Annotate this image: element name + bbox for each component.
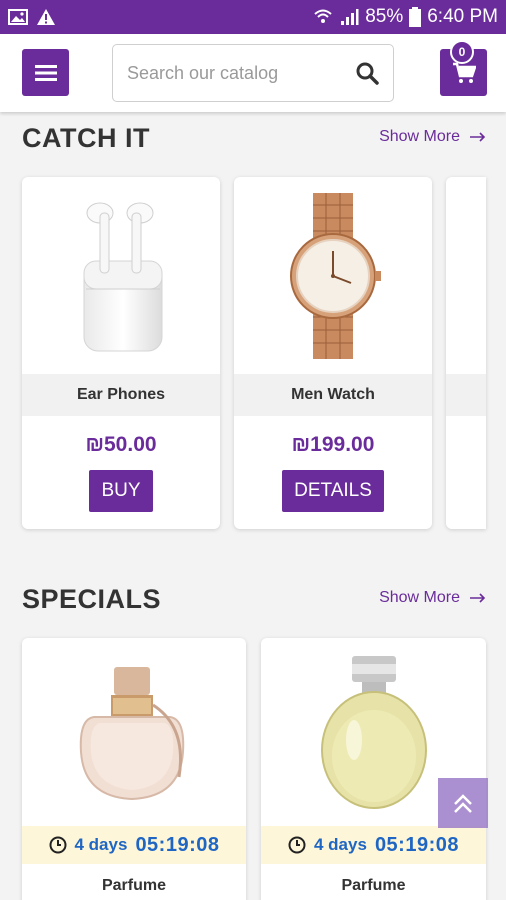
section-title-specials: SPECIALS [22, 584, 162, 614]
cart-icon [452, 62, 476, 83]
show-more-label: Show More [379, 128, 460, 145]
product-price: ₪50.00 [85, 433, 157, 456]
product-name-partial [446, 374, 486, 416]
section-title-catch-it: CATCH IT [22, 123, 150, 153]
battery-icon [409, 7, 422, 27]
signal-icon [341, 9, 359, 25]
special-card-1[interactable]: 4 days 05:19:08 Parfume [22, 638, 246, 900]
arrow-right-icon [470, 593, 486, 603]
special-card-2[interactable]: 4 days 05:19:08 Parfume [261, 638, 486, 900]
scroll-to-top-button[interactable] [438, 778, 488, 828]
wifi-icon [314, 9, 332, 23]
product-name[interactable]: Ear Phones [22, 374, 220, 416]
details-button[interactable]: DETAILS [282, 470, 384, 512]
battery-percent: 85% [365, 6, 404, 27]
status-bar: 85% 6:40 PM [0, 0, 506, 34]
product-image-men-watch[interactable] [234, 177, 432, 374]
countdown-timer: 4 days 05:19:08 [22, 826, 246, 864]
countdown-time: 05:19:08 [135, 833, 220, 856]
search-input[interactable] [127, 62, 355, 84]
product-image-parfume-1[interactable] [22, 638, 246, 826]
app-header: 0 [0, 34, 506, 112]
perfume-bottle-image [320, 656, 427, 809]
countdown-days: 4 days [314, 835, 367, 854]
clock-icon [49, 836, 66, 854]
arrow-right-icon [470, 132, 486, 142]
show-more-label: Show More [379, 589, 460, 606]
product-price: ₪199.00 [291, 433, 375, 456]
product-image-earphones[interactable] [22, 177, 220, 374]
double-chevron-up-icon [454, 794, 472, 813]
product-name[interactable]: Parfume [22, 864, 246, 900]
hamburger-icon [34, 64, 57, 81]
perfume-bottle-image [79, 667, 185, 801]
product-card-earphones[interactable]: Ear Phones ₪50.00 BUY [22, 177, 220, 529]
image-icon [8, 9, 28, 25]
show-more-specials[interactable]: Show More [379, 589, 486, 607]
product-card-men-watch[interactable]: Men Watch ₪199.00 DETAILS [234, 177, 432, 529]
buy-button[interactable]: BUY [89, 470, 153, 512]
cart-count-badge: 0 [450, 40, 474, 64]
clock: 6:40 PM [427, 6, 498, 27]
countdown-time: 05:19:08 [374, 833, 459, 856]
countdown-days: 4 days [74, 835, 128, 854]
warning-icon [37, 9, 55, 25]
countdown-timer: 4 days 05:19:08 [261, 826, 486, 864]
product-name[interactable]: Men Watch [234, 374, 432, 416]
menu-button[interactable] [22, 49, 69, 96]
search-icon[interactable] [355, 61, 379, 85]
watch-image [290, 192, 381, 359]
earphones-image [83, 202, 163, 351]
search-box[interactable] [112, 44, 394, 102]
product-card-partial[interactable] [446, 177, 486, 529]
product-name[interactable]: Parfume [261, 864, 486, 900]
clock-icon [288, 836, 306, 854]
show-more-catch-it[interactable]: Show More [379, 128, 486, 146]
